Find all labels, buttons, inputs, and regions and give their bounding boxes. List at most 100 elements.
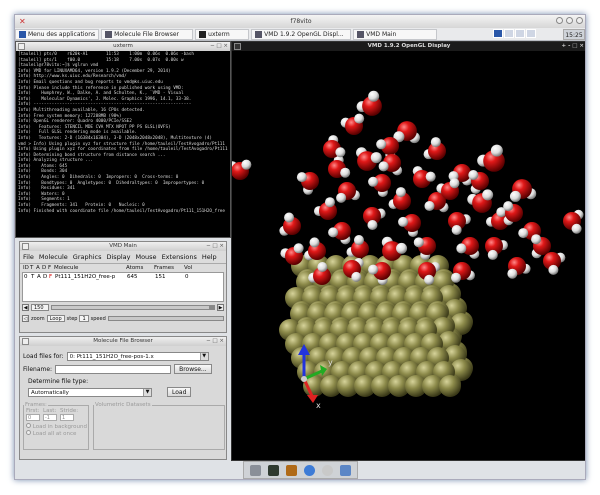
window-controls[interactable]: − □ × bbox=[206, 337, 224, 346]
animation-controls: ◀ 150 ▶ bbox=[20, 302, 226, 313]
molecule-list[interactable]: 0 T A D F Pt111_151H2O_free-p 645 151 0 bbox=[22, 272, 224, 302]
vmd-main-title-bar[interactable]: VMD Main − □ × bbox=[20, 242, 226, 251]
file-type-select[interactable]: Automatically ▼ bbox=[28, 387, 152, 397]
water-molecule bbox=[296, 172, 319, 195]
window-icon bbox=[105, 30, 113, 38]
step-back-icon[interactable]: ◁ bbox=[22, 315, 29, 322]
water-molecule bbox=[448, 212, 471, 235]
window-menu-icon[interactable] bbox=[234, 43, 241, 50]
molecule-row[interactable]: 0 T A D F Pt111_151H2O_free-p 645 151 0 bbox=[23, 273, 223, 281]
molecule-render[interactable]: y x bbox=[232, 51, 586, 461]
minimize-icon[interactable] bbox=[556, 17, 563, 24]
load-background-radio[interactable] bbox=[26, 423, 31, 428]
loop-select[interactable]: Loop bbox=[46, 315, 65, 322]
window-controls bbox=[556, 17, 583, 24]
axis-x-label: x bbox=[316, 401, 321, 410]
window-menu-icon[interactable] bbox=[22, 338, 29, 345]
water-molecule bbox=[363, 207, 386, 230]
window-controls[interactable]: + - □ × bbox=[562, 42, 584, 51]
taskbar-uxterm[interactable]: uxterm bbox=[195, 28, 250, 40]
terminal-line: Info) Finished with coordinate file /hom… bbox=[18, 208, 225, 214]
system-title-bar: ✕ f78vito bbox=[15, 15, 585, 28]
search-icon[interactable] bbox=[321, 464, 333, 476]
rewind-icon[interactable]: ◀ bbox=[22, 304, 29, 311]
molecule-file-browser-window[interactable]: Molecule File Browser − □ × Load files f… bbox=[19, 336, 227, 460]
workspace-4[interactable] bbox=[526, 29, 536, 38]
water-molecule bbox=[477, 144, 505, 172]
workspace-2[interactable] bbox=[504, 29, 514, 38]
forward-icon[interactable]: ▶ bbox=[217, 304, 224, 311]
clock: 15:25 bbox=[563, 29, 585, 40]
disk-icon[interactable] bbox=[250, 464, 262, 476]
water-molecule bbox=[328, 222, 351, 245]
animation-options: ◁ zoom Loop step 1 speed bbox=[20, 313, 226, 324]
load-all-radio[interactable] bbox=[26, 430, 31, 435]
frames-group: Frames: First: 0 Last: -1 Stride: 1 Load in… bbox=[23, 402, 89, 450]
folder-icon[interactable] bbox=[286, 464, 298, 476]
terminal-line: Info) Using plugin xyz for coordinates f… bbox=[18, 147, 228, 153]
menu-help[interactable]: Help bbox=[202, 253, 217, 261]
window-controls[interactable]: − □ × bbox=[206, 242, 224, 251]
close-app-icon[interactable]: ✕ bbox=[19, 17, 26, 26]
browser-icon[interactable] bbox=[303, 464, 315, 476]
taskbar-app-menu[interactable]: Menu des applications bbox=[15, 28, 100, 40]
water-molecule bbox=[543, 252, 566, 275]
load-for-select[interactable]: 0: Pt111_151H2O_free-pos-1.x ▼ bbox=[66, 352, 209, 361]
terminal-line: Info) Textures: 2-D (16384x16384), 3-D (… bbox=[18, 135, 213, 141]
menu-mouse[interactable]: Mouse bbox=[135, 253, 156, 261]
terminal-icon bbox=[199, 30, 207, 38]
speed-slider[interactable] bbox=[107, 316, 224, 321]
water-molecule bbox=[398, 214, 421, 237]
terminal-icon[interactable] bbox=[268, 464, 280, 476]
terminal-output[interactable]: [tauleil] pts/0 r620k-A1 11:53 1:00m 0.0… bbox=[16, 51, 230, 237]
platinum-atom bbox=[439, 375, 461, 397]
axis-y-label: y bbox=[328, 358, 333, 367]
menu-molecule[interactable]: Molecule bbox=[39, 253, 68, 261]
water-molecule bbox=[563, 209, 584, 234]
molecule-list-header: ID T A D F Molecule Atoms Frames Vol bbox=[20, 264, 226, 272]
vmd-opengl-display-window[interactable]: VMD 1.9.2 OpenGL Display + - □ × y x bbox=[231, 41, 586, 461]
first-frame-field[interactable]: 0 bbox=[26, 414, 40, 421]
water-molecule bbox=[328, 155, 351, 178]
workspace-switcher[interactable] bbox=[493, 29, 536, 38]
vmd-display-title-bar[interactable]: VMD 1.9.2 OpenGL Display + - □ × bbox=[232, 42, 585, 51]
menu-display[interactable]: Display bbox=[107, 253, 131, 261]
window-menu-icon[interactable] bbox=[22, 243, 29, 250]
step-field[interactable]: 1 bbox=[79, 315, 89, 322]
window-icon bbox=[255, 30, 263, 38]
window-menu-icon[interactable] bbox=[18, 43, 25, 50]
filename-input[interactable] bbox=[55, 364, 172, 374]
uxterm-title-bar[interactable]: uxterm − □ × bbox=[16, 42, 230, 51]
file-browser-title-bar[interactable]: Molecule File Browser − □ × bbox=[20, 337, 226, 346]
files-icon[interactable] bbox=[339, 464, 351, 476]
water-molecule bbox=[485, 237, 508, 260]
load-button[interactable]: Load bbox=[167, 387, 192, 397]
water-molecule bbox=[356, 147, 382, 171]
water-molecule bbox=[467, 189, 494, 213]
menu-file[interactable]: File bbox=[23, 253, 34, 261]
window-icon bbox=[357, 30, 365, 38]
dock bbox=[243, 461, 358, 479]
zoom-checkbox[interactable]: zoom bbox=[31, 316, 45, 322]
maximize-icon[interactable] bbox=[566, 17, 573, 24]
vmd-main-window[interactable]: VMD Main − □ × File Molecule Graphics Displ… bbox=[19, 241, 227, 333]
browse-button[interactable]: Browse... bbox=[174, 364, 212, 374]
workspace-3[interactable] bbox=[515, 29, 525, 38]
menu-graphics[interactable]: Graphics bbox=[73, 253, 102, 261]
last-frame-field[interactable]: -1 bbox=[43, 414, 57, 421]
volumetric-group: Volumetric Datasets bbox=[93, 402, 225, 450]
uxterm-window[interactable]: uxterm − □ × [tauleil] pts/0 r620k-A1 11… bbox=[15, 41, 231, 238]
frame-slider[interactable] bbox=[51, 305, 215, 310]
taskbar-vmd-display[interactable]: VMD 1.9.2 OpenGL Displ... bbox=[251, 28, 352, 40]
window-controls[interactable]: − □ × bbox=[210, 42, 228, 51]
close-icon[interactable] bbox=[576, 17, 583, 24]
water-molecule bbox=[451, 262, 475, 283]
water-molecule bbox=[232, 159, 252, 180]
vmd-menu-bar: File Molecule Graphics Display Mouse Extensio… bbox=[20, 251, 226, 264]
taskbar-file-browser[interactable]: Molecule File Browser bbox=[101, 28, 194, 40]
frame-field[interactable]: 150 bbox=[31, 304, 49, 311]
stride-field[interactable]: 1 bbox=[60, 414, 74, 421]
taskbar-vmd-main[interactable]: VMD Main bbox=[353, 28, 438, 40]
workspace-1[interactable] bbox=[493, 29, 503, 38]
menu-extensions[interactable]: Extensions bbox=[162, 253, 197, 261]
